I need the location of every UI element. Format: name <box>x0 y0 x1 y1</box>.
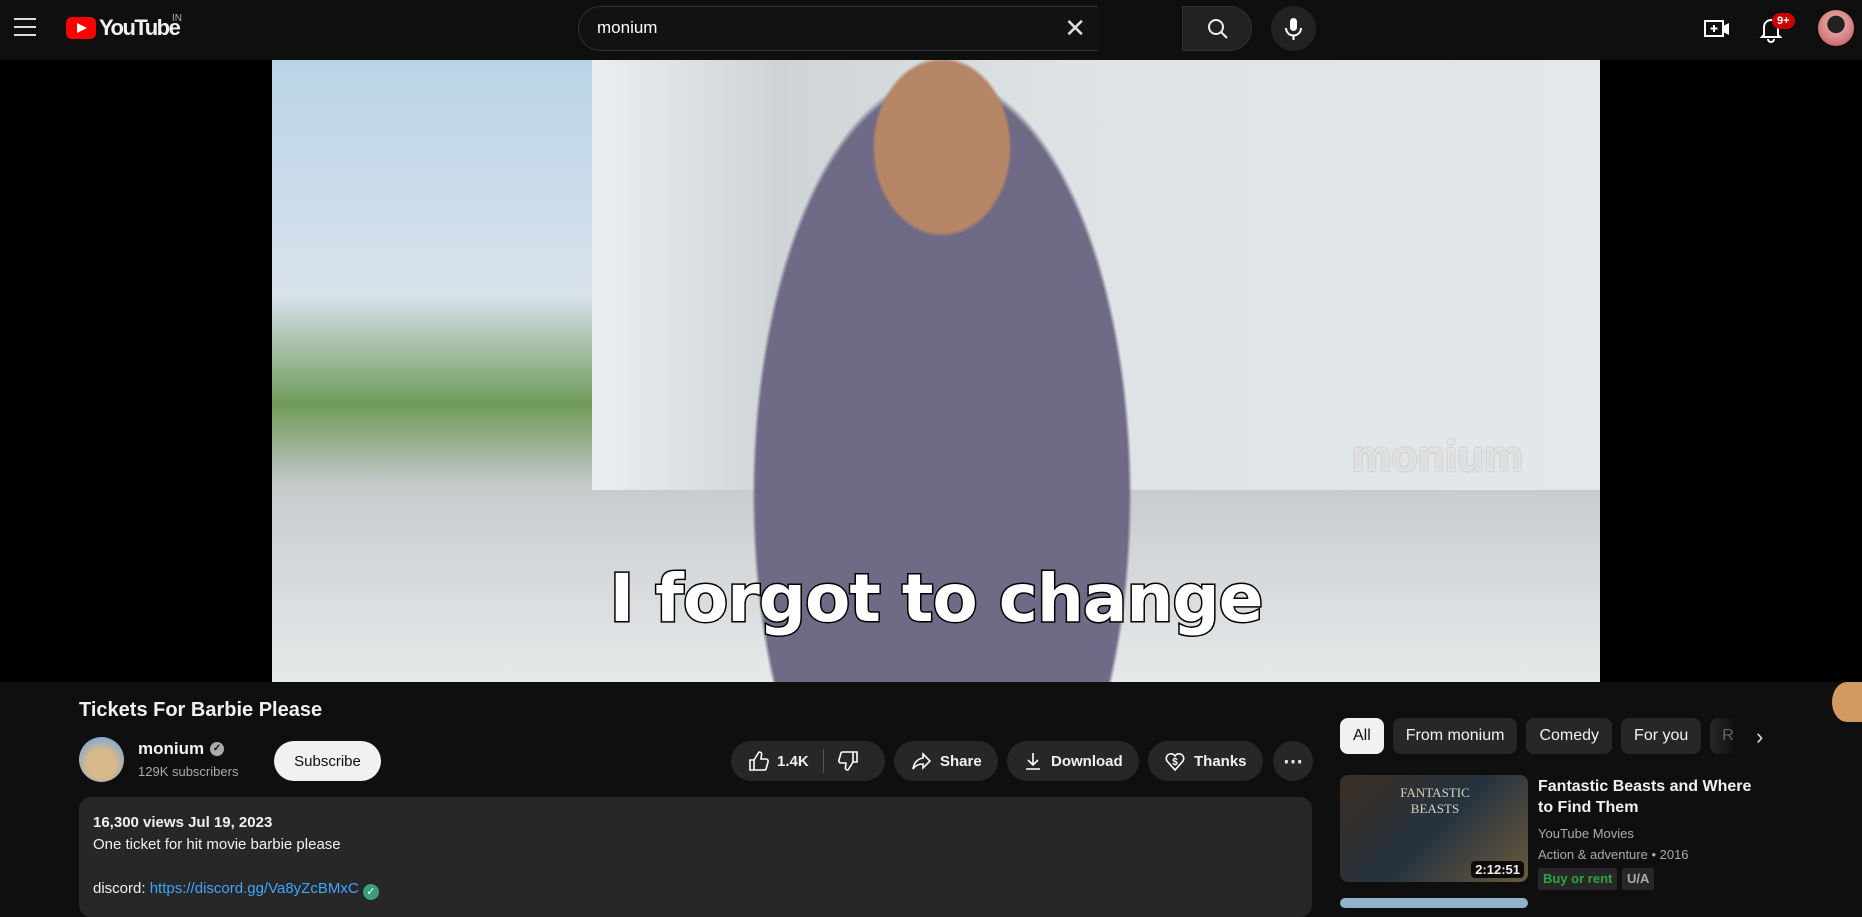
chevron-right-icon[interactable]: › <box>1756 724 1763 750</box>
thanks-label: Thanks <box>1194 752 1247 770</box>
chip-all[interactable]: All <box>1340 718 1384 754</box>
recommended-title[interactable]: Fantastic Beasts and Where to Find Them <box>1538 776 1768 818</box>
microphone-icon <box>1285 18 1302 40</box>
channel-name[interactable]: monium ✓ <box>138 739 225 759</box>
discord-line: discord: https://discord.gg/Va8yZcBMxC ✓ <box>93 878 1298 900</box>
chip-partial[interactable]: R <box>1710 718 1735 754</box>
video-watermark: monium <box>1352 432 1524 481</box>
play-logo-icon <box>66 17 96 39</box>
download-button[interactable]: Download <box>1007 741 1139 781</box>
like-dislike-group: 1.4K <box>731 741 885 781</box>
create-video-icon[interactable] <box>1702 14 1732 44</box>
like-count[interactable]: 1.4K <box>777 753 809 770</box>
video-player[interactable]: monium I forgot to change <box>0 60 1862 722</box>
discord-link[interactable]: https://discord.gg/Va8yZcBMxC <box>150 880 359 897</box>
voice-search-button[interactable] <box>1271 6 1316 51</box>
subscribe-button[interactable]: Subscribe <box>274 741 381 781</box>
search-icon <box>1208 19 1228 39</box>
recommended-channel[interactable]: YouTube Movies <box>1538 826 1634 841</box>
buy-or-rent-badge: Buy or rent <box>1538 868 1618 890</box>
video-title: Tickets For Barbie Please <box>79 699 323 721</box>
top-bar: YouTube IN ✕ 9+ <box>0 0 1862 60</box>
chip-comedy[interactable]: Comedy <box>1526 718 1613 754</box>
subscriber-count: 129K subscribers <box>138 764 239 779</box>
related-filter-chips: All From monium Comedy For you R <box>1340 718 1735 754</box>
search-button[interactable] <box>1182 6 1252 51</box>
share-button[interactable]: Share <box>894 741 998 781</box>
svg-text:$: $ <box>1172 757 1178 768</box>
description-line: One ticket for hit movie barbie please <box>93 836 341 853</box>
chip-from-monium[interactable]: From monium <box>1392 718 1518 754</box>
thumbs-down-icon[interactable] <box>837 750 860 772</box>
channel-name-text[interactable]: monium <box>138 739 204 759</box>
clear-search-icon[interactable]: ✕ <box>1064 15 1086 41</box>
poster-art: FANTASTIC BEASTS <box>1400 785 1470 816</box>
recommended-meta: Action & adventure • 2016 <box>1538 847 1689 862</box>
thanks-button[interactable]: $ Thanks <box>1148 741 1263 781</box>
discord-label: discord: <box>93 880 146 897</box>
more-actions-button[interactable]: ⋯ <box>1273 741 1313 781</box>
search-box: ✕ <box>578 6 1098 51</box>
download-icon <box>1026 753 1040 770</box>
thanks-heart-dollar-icon: $ <box>1165 752 1185 772</box>
search-input[interactable] <box>597 18 1037 38</box>
verified-icon: ✓ <box>210 742 225 756</box>
view-count-date: 16,300 views Jul 19, 2023 <box>93 814 273 831</box>
description-box[interactable]: 16,300 views Jul 19, 2023 One ticket for… <box>79 797 1312 917</box>
account-avatar[interactable] <box>1818 10 1854 46</box>
more-icon: ⋯ <box>1283 750 1303 773</box>
like-separator <box>822 749 824 773</box>
recommended-thumbnail[interactable]: FANTASTIC BEASTS 2:12:51 <box>1340 775 1528 882</box>
country-code: IN <box>172 13 182 24</box>
menu-icon[interactable] <box>14 18 36 36</box>
rating-badge: U/A <box>1622 868 1655 890</box>
video-duration: 2:12:51 <box>1471 861 1524 878</box>
download-label: Download <box>1051 752 1123 770</box>
check-icon: ✓ <box>362 884 379 900</box>
video-caption: I forgot to change <box>608 559 1265 639</box>
channel-watermark-icon[interactable] <box>1832 682 1862 722</box>
next-recommended-thumbnail[interactable] <box>1340 898 1528 908</box>
thumbs-up-icon[interactable] <box>747 750 769 772</box>
channel-avatar[interactable] <box>79 737 124 782</box>
notification-badge: 9+ <box>1772 13 1795 29</box>
share-icon <box>912 752 932 770</box>
office-window-scene <box>272 60 592 490</box>
share-label: Share <box>940 752 982 770</box>
logo-text: YouTube <box>99 15 181 40</box>
chip-for-you[interactable]: For you <box>1621 718 1702 754</box>
video-frame[interactable]: monium I forgot to change <box>272 60 1600 682</box>
youtube-logo[interactable]: YouTube IN <box>66 13 182 41</box>
